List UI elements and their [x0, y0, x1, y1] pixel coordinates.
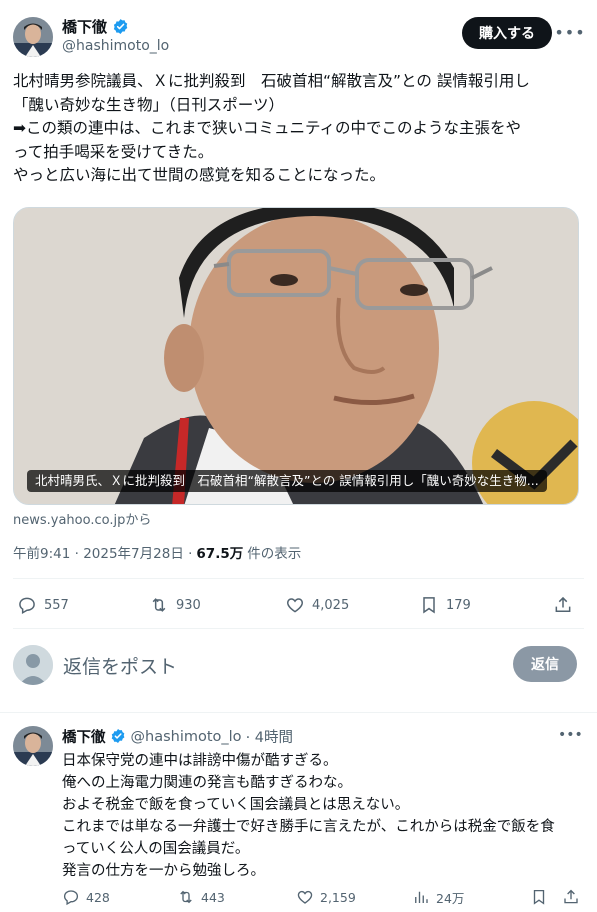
repost-button[interactable]: 443	[177, 886, 225, 908]
like-button[interactable]: 4,025	[285, 590, 349, 620]
like-count: 4,025	[312, 597, 350, 613]
author-display-name[interactable]: 橋下徹	[62, 16, 107, 37]
media-caption: 北村晴男氏、Ｘに批判殺到 石破首相“解散言及”との 誤情報引用し「醜い奇妙な生き…	[27, 470, 547, 492]
reply-icon	[63, 890, 79, 906]
reply-text-line: これまでは単なる一弁護士で好き勝手に言えたが、これからは税金で飯を食	[62, 819, 555, 835]
author-name-row: 橋下徹	[62, 16, 129, 37]
like-button[interactable]: 2,159	[296, 886, 356, 908]
repost-icon	[152, 598, 166, 612]
repost-count: 930	[176, 597, 201, 613]
reply-button[interactable]: 428	[62, 886, 110, 908]
reply-count: 428	[86, 889, 110, 905]
reply-composer: 返信をポスト 返信	[0, 632, 597, 702]
reply-icon	[19, 597, 35, 615]
reply-timestamp[interactable]: · 4時間	[246, 726, 293, 747]
view-count-label: 件の表示	[247, 546, 302, 562]
bookmark-button[interactable]	[530, 886, 548, 908]
share-button[interactable]	[562, 886, 580, 908]
reply-author-handle[interactable]: @hashimoto_lo	[131, 729, 242, 745]
share-icon	[564, 889, 578, 904]
analytics-icon	[415, 891, 428, 903]
more-options-icon[interactable]: •••	[554, 20, 584, 44]
heart-icon	[297, 890, 313, 904]
verified-badge-icon	[110, 728, 127, 745]
verified-badge-icon	[112, 18, 129, 35]
reply-text-line: 日本保守党の連中は誹謗中傷が酷すぎる。	[62, 753, 338, 769]
tweet-text-line: って拍手喝采を受けてきた。	[13, 142, 214, 161]
tweet-timestamp[interactable]: 午前9:41 · 2025年7月28日 ·	[13, 542, 192, 562]
news-photo	[14, 208, 578, 504]
view-count: 24万	[436, 890, 465, 906]
bookmark-icon	[533, 889, 545, 905]
view-count: 67.5万	[196, 546, 244, 562]
reply-text-line: っていく公人の国会議員だ。	[62, 841, 250, 857]
heart-icon	[287, 598, 303, 613]
reply-text: 日本保守党の連中は誹謗中傷が酷すぎる。 俺への上海電力関連の発言も酷すぎるわな。…	[62, 750, 582, 882]
views-button[interactable]: 24万	[412, 886, 464, 908]
link-preview-card[interactable]: 北村晴男氏、Ｘに批判殺到 石破首相“解散言及”との 誤情報引用し「醜い奇妙な生き…	[13, 207, 579, 505]
share-icon	[555, 596, 571, 612]
reply-text-line: 発言の仕方を一から勉強しろ。	[62, 863, 265, 879]
author-handle[interactable]: @hashimoto_lo	[62, 38, 169, 54]
divider	[13, 628, 584, 629]
divider	[13, 578, 584, 579]
bookmark-button[interactable]: 179	[419, 590, 471, 620]
repost-icon	[180, 890, 192, 904]
share-button[interactable]	[553, 590, 573, 620]
reply-text-line: 俺への上海電力関連の発言も酷すぎるわな。	[62, 775, 352, 791]
author-avatar[interactable]	[13, 17, 53, 57]
reply-header: 橋下徹 @hashimoto_lo · 4時間	[62, 726, 293, 747]
tweet-meta: 午前9:41 · 2025年7月28日 · 67.5万 件の表示	[13, 542, 301, 562]
reply-text-line: およそ税金で飯を食っていく国会議員とは思えない。	[62, 797, 410, 813]
tweet-actions: 557 930 4,025 179	[13, 590, 584, 620]
author-avatar[interactable]	[13, 726, 53, 766]
reply-author-name[interactable]: 橋下徹	[62, 726, 106, 747]
reply-count: 557	[44, 597, 69, 613]
main-tweet: 橋下徹 @hashimoto_lo 購入する ••• 北村晴男参院議員、Ｘに批判…	[0, 0, 597, 712]
tweet-text-line: 「醜い奇妙な生き物」（日刊スポーツ）	[13, 95, 284, 114]
bookmark-icon	[423, 597, 435, 614]
tweet-text-line: やっと広い海に出て世間の感覚を知ることになった。	[13, 166, 386, 184]
reply-submit-button[interactable]: 返信	[513, 646, 577, 682]
reply-tweet-actions: 428 443 2,159 24万	[62, 886, 582, 908]
reply-tweet[interactable]: 橋下徹 @hashimoto_lo · 4時間 ••• 日本保守党の連中は誹謗中…	[0, 713, 597, 912]
tweet-text-line: ➡この類の連中は、これまで狭いコミュニティの中でこのような主張をや	[13, 119, 522, 137]
bookmark-count: 179	[446, 597, 471, 613]
reply-button[interactable]: 557	[17, 590, 69, 620]
tweet-text-line: 北村晴男参院議員、Ｘに批判殺到 石破首相“解散言及”との 誤情報引用し	[13, 72, 530, 90]
source-link[interactable]: news.yahoo.co.jpから	[13, 509, 151, 528]
subscribe-button[interactable]: 購入する	[462, 17, 552, 49]
more-options-icon[interactable]: •••	[558, 727, 583, 743]
reply-input[interactable]: 返信をポスト	[63, 652, 177, 679]
repost-count: 443	[201, 889, 225, 905]
tweet-text: 北村晴男参院議員、Ｘに批判殺到 石破首相“解散言及”との 誤情報引用し 「醜い奇…	[13, 70, 585, 188]
like-count: 2,159	[320, 889, 356, 905]
repost-button[interactable]: 930	[149, 590, 201, 620]
user-avatar[interactable]	[13, 645, 53, 685]
